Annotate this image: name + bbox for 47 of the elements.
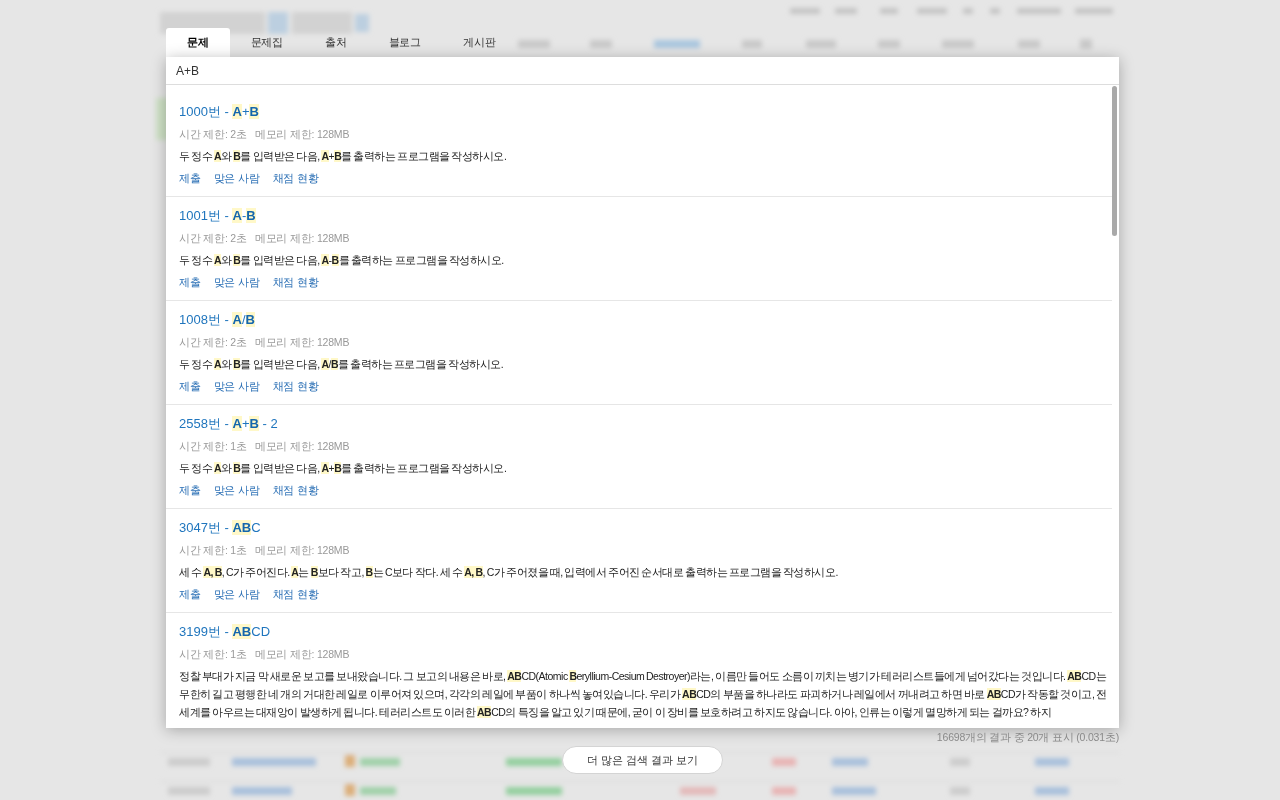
problem-action-link[interactable]: 맞은 사람 — [213, 271, 260, 293]
problem-title-link[interactable]: 1008번 - A/B — [179, 309, 255, 331]
time-limit-text: 시간 제한: 2초 — [179, 127, 247, 142]
time-limit-text: 시간 제한: 1초 — [179, 439, 247, 454]
memory-limit-text: 메모리 제한: 128MB — [254, 439, 350, 454]
result-count-text: 16698개의 결과 중 20개 표시 (0.031초) — [936, 730, 1119, 745]
memory-limit-text: 메모리 제한: 128MB — [254, 127, 350, 142]
memory-limit-text: 메모리 제한: 128MB — [254, 335, 350, 350]
memory-limit-text: 메모리 제한: 128MB — [254, 543, 350, 558]
problem-action-link[interactable]: 채점 현황 — [272, 479, 319, 501]
more-results-button[interactable]: 더 많은 검색 결과 보기 — [561, 746, 724, 774]
scrollbar-thumb[interactable] — [1112, 86, 1117, 236]
problem-action-link[interactable]: 채점 현황 — [272, 583, 319, 605]
problem-description: 두 정수 A와 B를 입력받은 다음, A+B를 출력하는 프로그램을 작성하시오. — [179, 461, 508, 476]
problem-description: 두 정수 A와 B를 입력받은 다음, A-B를 출력하는 프로그램을 작성하시오. — [179, 253, 505, 268]
memory-limit-text: 메모리 제한: 128MB — [254, 231, 350, 246]
time-limit-text: 시간 제한: 1초 — [179, 647, 247, 662]
problem-title-link[interactable]: 3199번 - ABCD — [179, 621, 271, 643]
problem-action-link[interactable]: 채점 현황 — [272, 167, 319, 189]
search-tab[interactable]: 문제 — [166, 28, 230, 57]
problem-action-link[interactable]: 채점 현황 — [272, 271, 319, 293]
memory-limit-text: 메모리 제한: 128MB — [254, 647, 350, 662]
problem-action-link[interactable]: 제출 — [179, 167, 201, 189]
problem-description: 두 정수 A와 B를 입력받은 다음, A/B를 출력하는 프로그램을 작성하시오. — [179, 357, 505, 372]
problem-title-link[interactable]: 2558번 - A+B - 2 — [179, 413, 278, 435]
problem-title-link[interactable]: 3047번 - ABC — [179, 517, 261, 539]
problem-action-link[interactable]: 맞은 사람 — [213, 167, 260, 189]
problem-action-link[interactable]: 제출 — [179, 583, 201, 605]
problem-action-link[interactable]: 맞은 사람 — [213, 479, 260, 501]
problem-action-link[interactable]: 제출 — [179, 375, 201, 397]
problem-action-link[interactable]: 맞은 사람 — [213, 583, 260, 605]
time-limit-text: 시간 제한: 1초 — [179, 543, 247, 558]
search-field[interactable]: A+B — [166, 57, 1119, 85]
problem-action-link[interactable]: 제출 — [179, 271, 201, 293]
time-limit-text: 시간 제한: 2초 — [179, 335, 247, 350]
problem-description: 세 수 A, B, C가 주어진다. A는 B보다 작고, B는 C보다 작다. 세 수 A, B, C가 주어졌을 때, 입력에서 주어진 순서대로 출력하는 프로그램을 작성하시오. — [179, 565, 839, 580]
search-tab[interactable]: 출처 — [304, 28, 368, 57]
problem-action-link[interactable]: 제출 — [179, 479, 201, 501]
problem-action-link[interactable]: 맞은 사람 — [213, 375, 260, 397]
problem-description: 두 정수 A와 B를 입력받은 다음, A+B를 출력하는 프로그램을 작성하시오. — [179, 149, 508, 164]
search-tab[interactable]: 게시판 — [442, 28, 517, 57]
search-tab[interactable]: 문제집 — [229, 28, 304, 57]
problem-action-link[interactable]: 채점 현황 — [272, 375, 319, 397]
search-tab[interactable]: 블로그 — [367, 28, 443, 57]
problem-title-link[interactable]: 1001번 - A-B — [179, 205, 256, 227]
problem-title-link[interactable]: 1000번 - A+B — [179, 101, 259, 123]
time-limit-text: 시간 제한: 2초 — [179, 231, 247, 246]
